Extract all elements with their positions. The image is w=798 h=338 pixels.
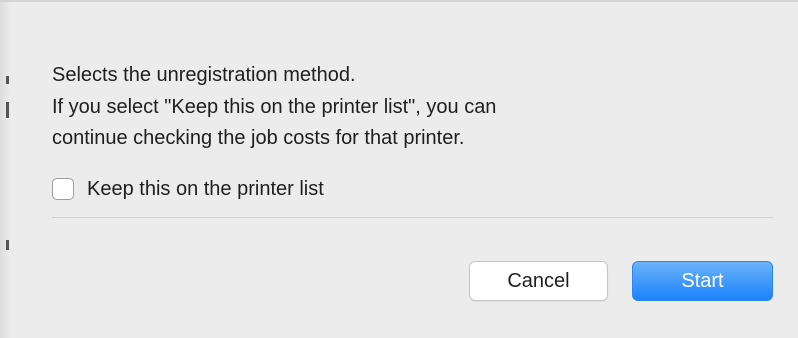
dialog-message: Selects the unregistration method. If yo… [52,60,772,155]
message-line: continue checking the job costs for that… [52,127,465,149]
edge-mark [6,76,9,84]
keep-on-list-label[interactable]: Keep this on the printer list [87,178,324,201]
message-line: If you select "Keep this on the printer … [52,95,497,118]
keep-on-list-option[interactable]: Keep this on the printer list [52,174,324,204]
unregister-dialog: Selects the unregistration method. If yo… [0,0,798,338]
cancel-button[interactable]: Cancel [469,261,608,301]
start-button[interactable]: Start [632,261,773,301]
edge-mark [6,240,9,250]
edge-mark [6,102,9,118]
window-left-edge [0,2,10,338]
separator [52,217,774,218]
keep-on-list-checkbox[interactable] [52,178,74,200]
message-line: Selects the unregistration method. [52,64,356,86]
